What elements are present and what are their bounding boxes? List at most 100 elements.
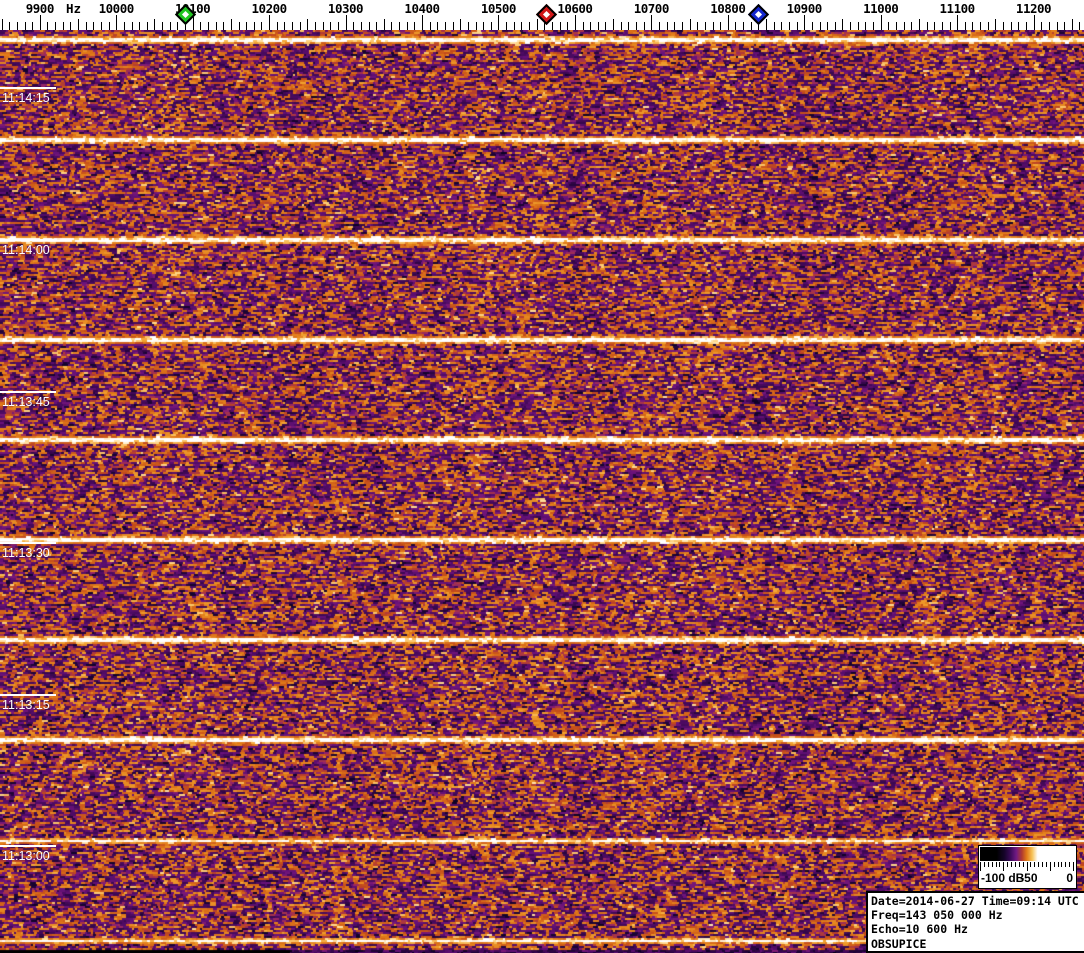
time-tick-label: 11:13:15 [2,698,50,712]
frequency-tick [1041,22,1043,30]
frequency-tick [246,22,248,30]
frequency-tick [207,22,209,30]
frequency-tick [62,22,64,30]
frequency-tick [131,22,133,30]
frequency-tick [483,22,485,30]
frequency-tick [559,22,561,30]
scale-mid-label: -50 [1020,871,1038,885]
frequency-tick [567,22,569,30]
frequency-tick [16,22,18,30]
time-tick-label: 11:13:30 [2,546,50,560]
scale-tick [1034,862,1036,867]
frequency-tick [743,22,745,30]
time-tick-line [0,87,56,89]
frequency-tick [1025,22,1027,30]
frequency-tick [796,22,798,30]
frequency-tick-label: 10000 [98,1,135,16]
frequency-tick-label: 10200 [251,1,288,16]
scale-max-label: 0 [1066,871,1073,885]
frequency-tick [444,22,446,30]
frequency-tick [337,22,339,30]
frequency-tick-label: 10300 [327,1,364,16]
scale-tick [1053,862,1055,867]
scale-tick [1045,862,1047,867]
frequency-tick [1071,19,1073,30]
frequency-tick [551,22,553,30]
frequency-tick [70,22,72,30]
frequency-tick [32,22,34,30]
frequency-tick [238,22,240,30]
frequency-tick [987,22,989,30]
time-tick-line [0,239,56,241]
frequency-unit-label: Hz [66,1,82,16]
spectrogram-canvas[interactable] [0,30,1084,953]
frequency-ruler[interactable]: Hz 9900 10000 10100 10200 10300 10400 10500 106… [0,0,1084,30]
frequency-tick [368,22,370,30]
frequency-tick [750,22,752,30]
scale-tick [1057,862,1059,867]
frequency-tick [162,22,164,30]
frequency-tick [957,15,959,30]
frequency-tick [55,22,56,30]
frequency-tick [827,22,829,30]
frequency-tick [24,22,26,30]
frequency-tick [452,22,454,30]
frequency-tick [1,19,3,30]
frequency-tick [215,22,217,30]
frequency-tick [636,22,637,30]
frequency-tick [597,22,599,30]
frequency-tick [574,15,576,30]
frequency-tick [727,15,729,30]
time-tick-line [0,542,56,544]
frequency-tick [330,22,332,30]
frequency-tick [895,22,897,30]
color-scale-gradient [980,847,1073,861]
frequency-tick [475,22,477,30]
frequency-tick [1018,22,1020,30]
frequency-tick [345,15,347,30]
frequency-tick [276,22,278,30]
frequency-tick [766,19,767,30]
scale-min-label: -100 dB [981,871,1025,885]
frequency-tick [429,22,431,30]
frequency-tick [399,22,400,30]
scale-tick [995,862,997,867]
frequency-tick-label: 10900 [786,1,823,16]
frequency-tick [154,19,156,30]
frequency-tick [322,22,324,30]
frequency-tick [1003,22,1004,30]
frequency-tick [200,22,202,30]
frequency-tick [284,22,286,30]
frequency-tick [995,19,997,30]
frequency-tick [108,22,110,30]
frequency-tick [613,19,615,30]
marker-center-dot [754,10,762,19]
red-marker-diamond-icon[interactable] [535,3,558,26]
frequency-tick [1064,22,1066,30]
frequency-tick [85,22,87,30]
frequency-tick [628,22,630,30]
frequency-tick [911,22,913,30]
frequency-tick [903,22,905,30]
frequency-tick [536,19,538,30]
frequency-tick [292,22,293,30]
frequency-tick [299,22,301,30]
frequency-tick [842,19,844,30]
time-tick-line [0,845,56,847]
frequency-tick-label: 9900 [25,1,55,16]
frequency-tick [735,22,737,30]
frequency-tick [78,19,79,30]
frequency-tick [414,22,416,30]
frequency-tick-label: 11200 [1015,1,1052,16]
frequency-tick [659,22,660,30]
time-tick-label: 11:13:00 [2,849,50,863]
frequency-tick [788,22,790,30]
frequency-tick [261,22,263,30]
frequency-tick [651,15,653,30]
frequency-tick [93,22,95,30]
frequency-tick [391,22,393,30]
frequency-tick [590,22,592,30]
frequency-tick [422,15,423,30]
frequency-tick [406,22,408,30]
frequency-tick [521,22,523,30]
